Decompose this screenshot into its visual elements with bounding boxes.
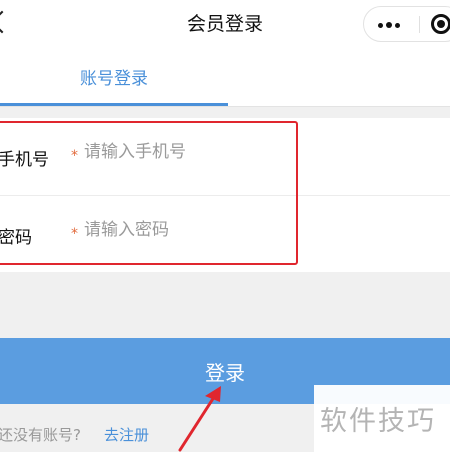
navigation-bar: 会员登录 [0,0,450,48]
no-account-text: 还没有账号? [0,426,81,444]
watermark-text: 软件技巧 [320,406,436,437]
register-link[interactable]: 去注册 [104,424,149,445]
more-dots-icon[interactable] [378,22,408,28]
active-tab-indicator [0,103,228,106]
watermark: 软件技巧 [314,385,450,452]
tab-account-login[interactable]: 账号登录 [0,64,228,89]
register-row: 还没有账号? 去注册 [0,420,330,448]
highlight-box [0,121,298,265]
mini-program-capsule [363,6,450,42]
target-icon[interactable] [431,14,450,34]
tab-bar: 账号登录 [0,48,450,107]
capsule-divider [419,16,420,33]
